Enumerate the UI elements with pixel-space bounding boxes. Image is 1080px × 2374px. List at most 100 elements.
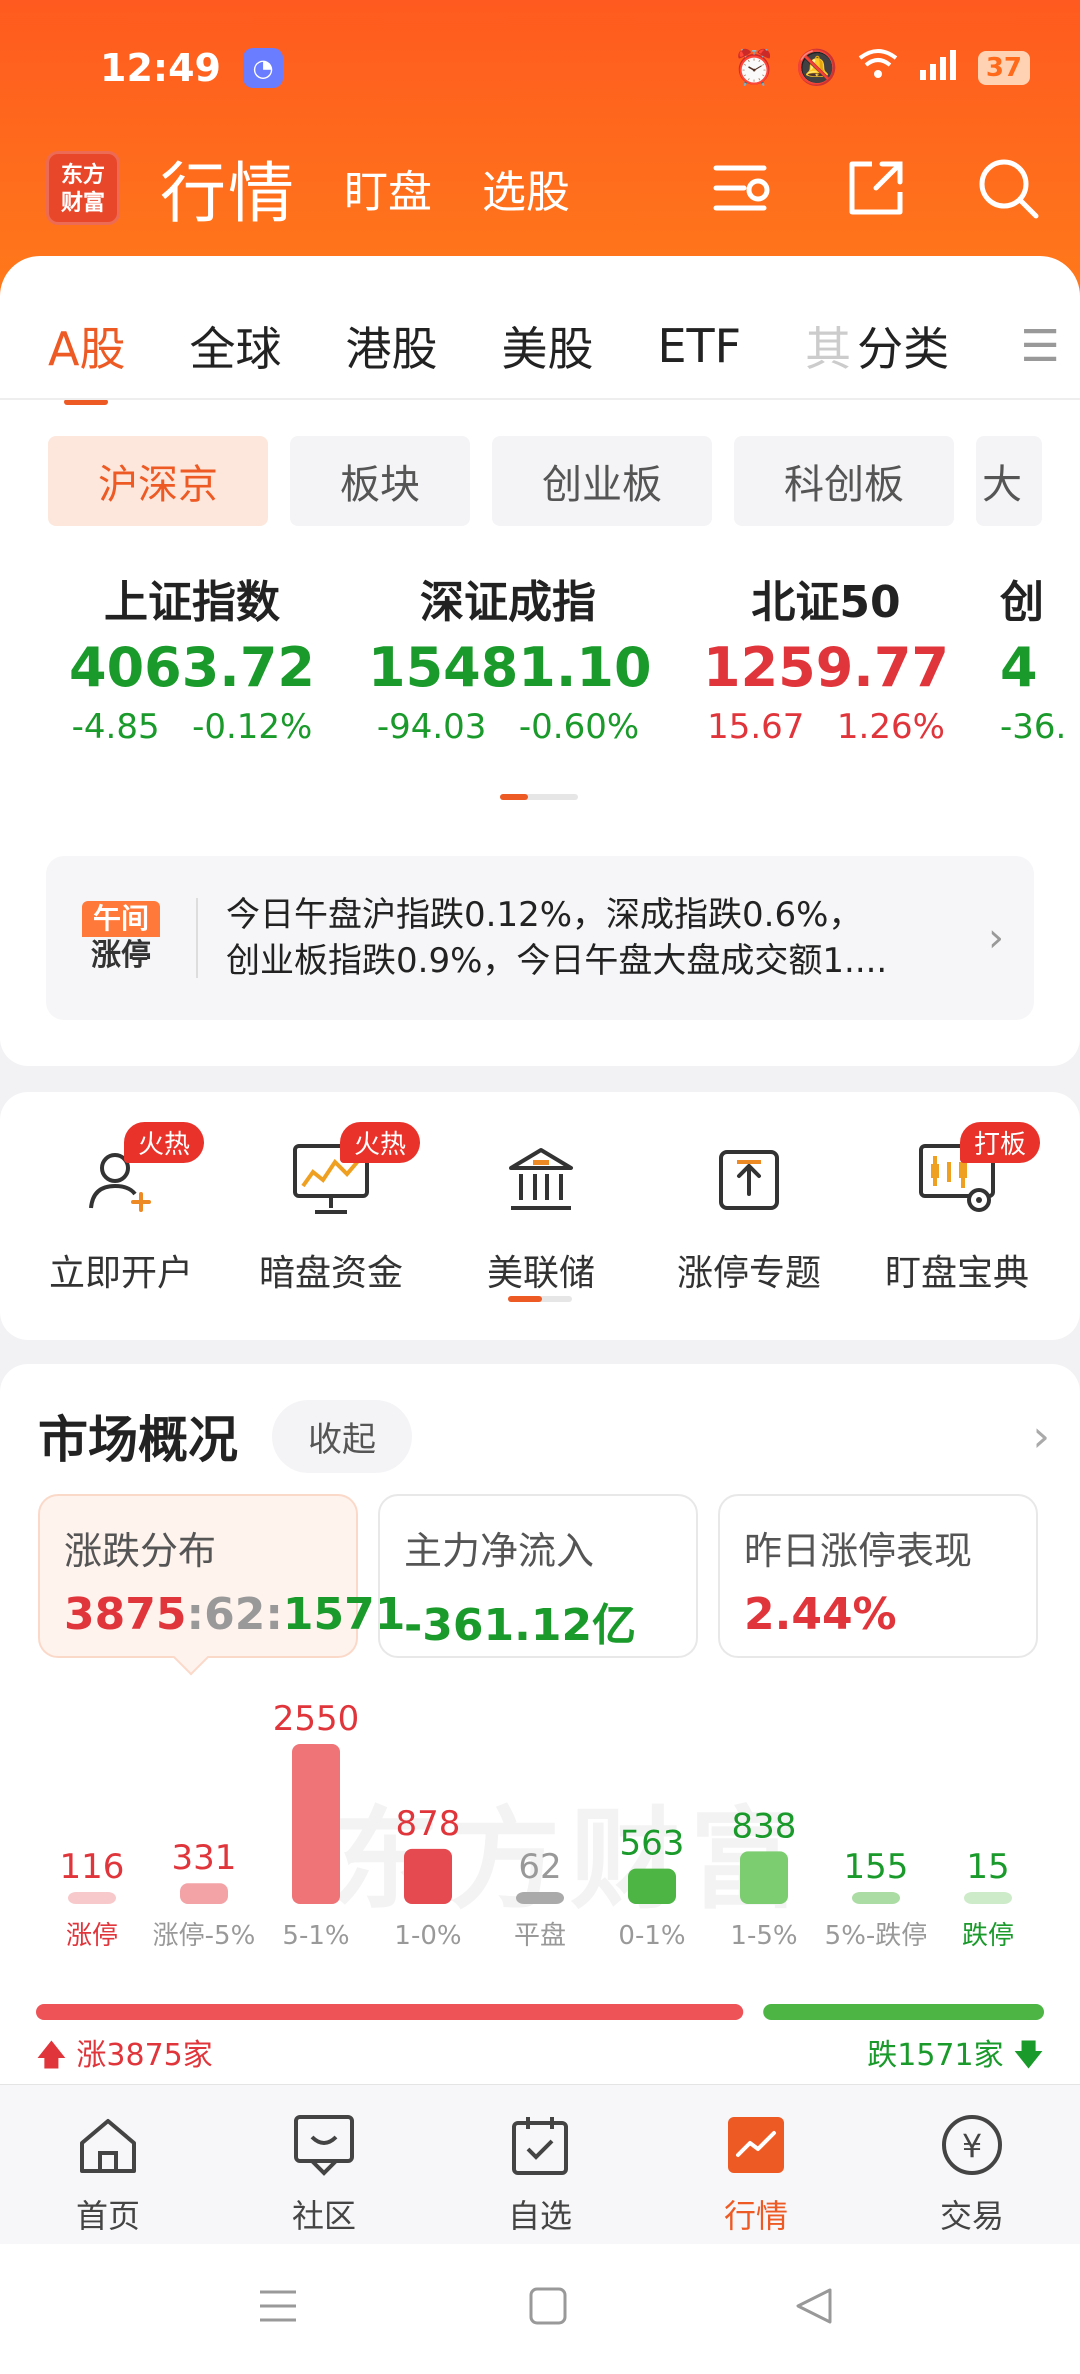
quick-fed[interactable]: 美联储 — [436, 1132, 646, 1296]
search-icon[interactable] — [976, 156, 1040, 220]
chart-value-label: 2550 — [273, 1699, 360, 1739]
hot-badge: 火热 — [340, 1122, 421, 1163]
quick-entries: 火热 立即开户 火热 暗盘资金 美联储 涨停专题 打板 盯盘宝典 — [0, 1092, 1080, 1340]
chart-bar — [516, 1892, 564, 1904]
nav-label: 首页 — [75, 2197, 140, 2235]
nav-community[interactable]: 社区 — [244, 2109, 404, 2237]
chart-category-label: 5%-跌停 — [825, 1921, 928, 1951]
tab-etf[interactable]: ETF — [657, 319, 741, 373]
tab-stock-pick[interactable]: 选股 — [482, 156, 570, 220]
chart-value-label: 878 — [396, 1804, 461, 1844]
quick-label: 暗盘资金 — [258, 1253, 403, 1294]
chart-value-label: 116 — [60, 1847, 125, 1887]
chip-sector[interactable]: 板块 — [290, 436, 470, 526]
chart-bar — [404, 1848, 452, 1904]
index-item[interactable]: 深证成指 15481.10 -94.03 -0.60% — [368, 566, 652, 747]
system-nav-bar — [0, 2244, 1080, 2374]
arrow-up-icon: 🡅 — [36, 2038, 67, 2073]
index-change-pct: -0.12% — [192, 707, 313, 747]
status-bar: 12:49 ◔ ⏰ 🔕 37 — [100, 40, 1030, 96]
news-line: 今日午盘沪指跌0.12%，深成指跌0.6%， — [226, 895, 863, 935]
down-text: 跌1571家 — [867, 2038, 1004, 2073]
notification-app-icon: ◔ — [242, 48, 283, 88]
collapse-button[interactable]: 收起 — [272, 1399, 412, 1473]
nav-home[interactable]: 首页 — [28, 2109, 188, 2237]
chip-star[interactable]: 科创板 — [734, 436, 954, 526]
index-item[interactable]: 北证50 1259.77 15.67 1.26% — [686, 566, 966, 747]
nav-trade[interactable]: ¥ 交易 — [892, 2109, 1052, 2237]
recent-apps-icon[interactable] — [258, 2286, 298, 2326]
watchlist-icon — [512, 2117, 568, 2175]
quick-label: 盯盘宝典 — [884, 1253, 1029, 1294]
up-text: 涨3875家 — [76, 2038, 213, 2073]
nav-label: 交易 — [939, 2197, 1004, 2235]
quick-label: 美联储 — [486, 1253, 595, 1294]
chip-more[interactable]: 大 — [976, 436, 1042, 526]
index-name: 深证成指 — [420, 577, 596, 628]
page-title: 行情 — [160, 155, 296, 232]
settings-list-icon[interactable] — [712, 160, 776, 216]
index-value: 1259.77 — [703, 636, 949, 699]
mute-icon: 🔕 — [795, 48, 838, 88]
market-card: A股 全球 港股 美股 ETF 其 分类 ☰ 沪深京 板块 创业板 科创板 大 … — [0, 256, 1080, 1066]
stat-value: 3875:62:1571 — [64, 1589, 405, 1640]
index-item[interactable]: 上证指数 4063.72 -4.85 -0.12% — [52, 566, 332, 747]
app-logo[interactable]: 东方 财富 — [46, 151, 120, 225]
chart-category-label: 1-0% — [394, 1921, 461, 1951]
logo-bottom: 涨停 — [91, 938, 151, 973]
tab-us[interactable]: 美股 — [501, 313, 593, 379]
chart-bar — [68, 1892, 116, 1904]
chart-value-label: 331 — [172, 1838, 237, 1878]
quick-dark-pool[interactable]: 火热 暗盘资金 — [226, 1122, 436, 1296]
chip-gem[interactable]: 创业板 — [492, 436, 712, 526]
index-change-pct: 1.26% — [836, 707, 945, 747]
nav-market[interactable]: 行情 — [676, 2109, 836, 2237]
index-item-partial[interactable]: 创 4 -36. — [1000, 566, 1080, 747]
menu-icon[interactable]: ☰ — [1021, 321, 1060, 372]
chip-shsz[interactable]: 沪深京 — [48, 436, 268, 526]
tab-watch[interactable]: 盯盘 — [344, 156, 432, 220]
svg-text:¥: ¥ — [962, 2127, 982, 2165]
logo-line1: 东方 — [60, 163, 105, 188]
quick-watch-guide[interactable]: 打板 盯盘宝典 — [852, 1122, 1062, 1296]
back-icon[interactable] — [794, 2286, 834, 2326]
index-change: -94.03 -0.60% — [368, 707, 648, 747]
battery-icon: 37 — [977, 51, 1030, 85]
home-button-icon[interactable] — [528, 2286, 568, 2326]
index-value: 15481.10 — [368, 636, 652, 699]
chart-value-label: 563 — [620, 1824, 685, 1864]
hot-badge: 火热 — [124, 1122, 205, 1163]
quick-open-account[interactable]: 火热 立即开户 — [16, 1122, 226, 1296]
chart-category-label: 1-5% — [730, 1921, 797, 1951]
quick-label: 立即开户 — [48, 1253, 193, 1294]
down-total-label: 跌1571家 🡇 — [867, 2030, 1044, 2084]
chart-value-label: 155 — [844, 1847, 909, 1887]
arrow-down-icon: 🡇 — [1013, 2038, 1044, 2073]
chart-value-label: 62 — [518, 1847, 561, 1887]
news-banner[interactable]: 午间 涨停 今日午盘沪指跌0.12%，深成指跌0.6%， 创业板指跌0.9%，今… — [46, 856, 1034, 1020]
chart-category-label: 0-1% — [618, 1921, 685, 1951]
quick-limit-up-topic[interactable]: 涨停专题 — [644, 1132, 854, 1296]
signal-icon — [918, 48, 958, 89]
tab-category[interactable]: 分类 — [857, 313, 949, 379]
share-icon[interactable] — [846, 158, 906, 218]
bank-icon — [509, 1148, 573, 1210]
community-icon — [294, 2115, 354, 2176]
index-change-abs: 15.67 — [707, 707, 805, 747]
stat-yesterday-limit[interactable]: 昨日涨停表现 2.44% — [718, 1494, 1038, 1658]
tab-a-share[interactable]: A股 — [48, 313, 125, 405]
tab-hk[interactable]: 港股 — [345, 313, 437, 379]
stat-distribution[interactable]: 涨跌分布 3875:62:1571 — [38, 1494, 405, 1658]
stat-main-flow[interactable]: 主力净流入 -361.12亿 — [378, 1494, 698, 1658]
midday-limit-logo: 午间 涨停 — [82, 901, 160, 975]
nav-watchlist[interactable]: 自选 — [460, 2109, 620, 2237]
tab-other-faded[interactable]: 其 — [805, 313, 851, 379]
section-title: 市场概况 — [38, 1411, 238, 1469]
index-change-pct: -0.60% — [518, 707, 640, 747]
up-down-ratio-bar — [36, 2004, 1044, 2020]
chevron-right-icon[interactable]: › — [1032, 1411, 1050, 1462]
tab-global[interactable]: 全球 — [189, 313, 281, 379]
index-change: -4.85 -0.12% — [52, 707, 332, 747]
nav-label: 社区 — [291, 2197, 356, 2235]
ratio-labels: 🡅 涨3875家 跌1571家 🡇 — [36, 2030, 1044, 2074]
